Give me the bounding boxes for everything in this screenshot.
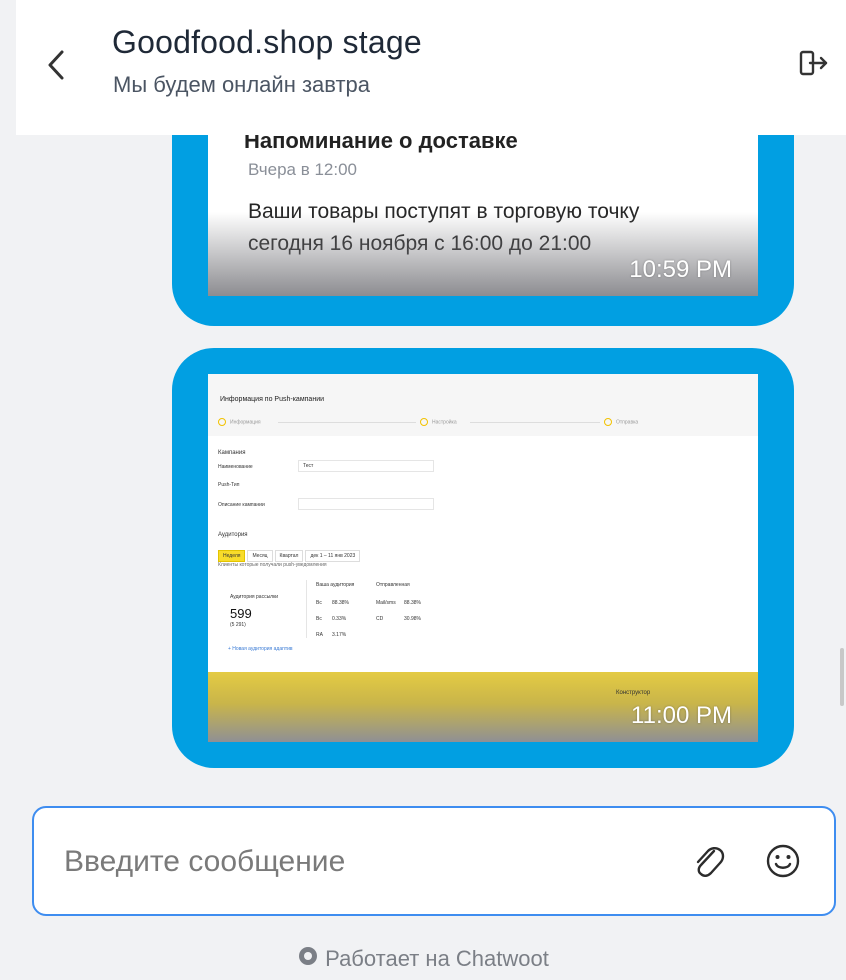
screenshot-step: Информация <box>218 418 261 426</box>
screenshot-cell: 30.98% <box>404 616 421 622</box>
screenshot-cell: Bc <box>316 616 322 622</box>
sign-out-icon[interactable] <box>796 46 830 80</box>
screenshot-input: Тест <box>298 460 434 472</box>
screenshot-audience-label: Аудитория рассылки <box>230 594 279 600</box>
image-attachment[interactable]: Информация по Push-кампании Информация Н… <box>208 374 758 742</box>
screenshot-link: + Новая аудитория адаптив <box>228 646 293 652</box>
screenshot-cell: 3.17% <box>332 632 347 638</box>
powered-by[interactable]: Работает на Chatwoot <box>0 946 846 973</box>
paperclip-icon[interactable] <box>690 842 726 882</box>
screenshot-header <box>208 374 758 436</box>
chevron-left-icon[interactable] <box>42 40 72 90</box>
screenshot-note: Клиенты которые получали push-уведомлени… <box>218 562 327 568</box>
screenshot-cell: RA <box>316 632 323 638</box>
screenshot-label: Push-Тип <box>218 482 240 488</box>
screenshot-cell: Bc <box>316 600 322 606</box>
screenshot-section: Аудитория <box>218 532 248 538</box>
screenshot-cell: 0.33% <box>332 616 347 622</box>
screenshot-section: Кампания <box>218 450 246 456</box>
screenshot-label: Наименование <box>218 464 253 470</box>
screenshot-step: Настройка <box>420 418 457 426</box>
chat-header: Goodfood.shop stage Мы будем онлайн завт… <box>16 0 846 135</box>
screenshot-audience-value: 599 <box>230 606 252 621</box>
screenshot-cell: CD <box>376 616 384 622</box>
screenshot-cell: 88.38% <box>404 600 421 606</box>
screenshot-title: Информация по Push-кампании <box>220 396 325 403</box>
scrollbar[interactable] <box>840 648 844 706</box>
screenshot-tabs: Неделя Месяц Квартал дек 1 – 11 янв 2023 <box>218 544 362 562</box>
screenshot-audience-sub: (5 291) <box>230 622 246 628</box>
screenshot-footer-text: Конструктор <box>616 690 651 696</box>
message-composer <box>32 806 836 916</box>
emoji-smile-icon[interactable] <box>764 842 802 880</box>
screenshot-step-line <box>278 422 416 423</box>
screenshot-step-line <box>470 422 600 423</box>
powered-by-text: Работает на Chatwoot <box>325 946 549 971</box>
screenshot-col-header: Ваша аудитория <box>316 582 355 588</box>
card-date: Вчера в 12:00 <box>248 160 358 179</box>
screenshot-input <box>298 498 434 510</box>
screenshot-cell: Mail/sms <box>376 600 396 606</box>
message-time: 11:00 PM <box>631 702 732 729</box>
chatwoot-logo-icon <box>297 945 319 973</box>
screenshot-divider <box>306 580 307 638</box>
screenshot-step: Отправка <box>604 418 638 426</box>
screenshot-cell: 88.38% <box>332 600 349 606</box>
message-input[interactable] <box>62 836 646 888</box>
screenshot-col-header: Отправленная <box>376 582 410 588</box>
availability-status: Мы будем онлайн завтра <box>113 72 371 97</box>
message-time: 10:59 PM <box>629 256 732 283</box>
screenshot-label: Описание кампании <box>218 502 265 508</box>
page-title: Goodfood.shop stage <box>112 24 422 60</box>
